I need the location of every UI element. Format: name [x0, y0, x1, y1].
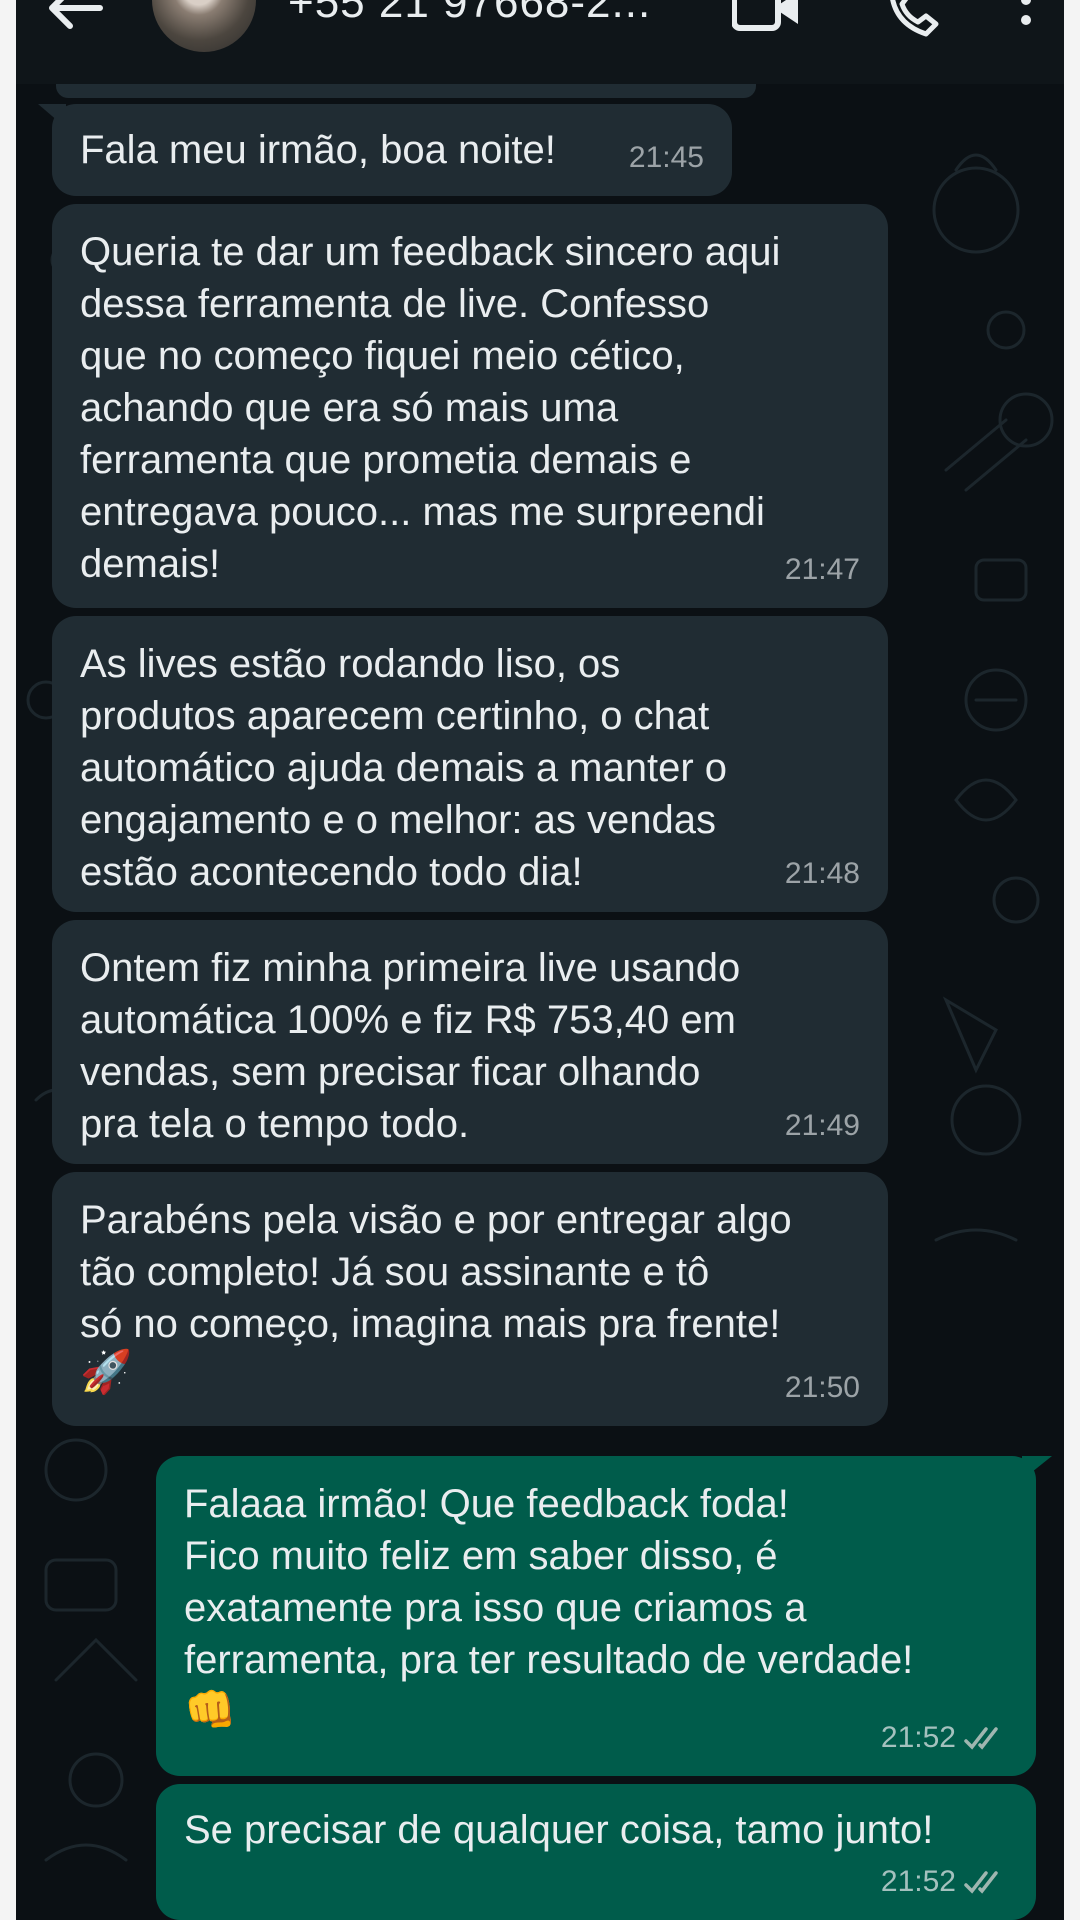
contact-name[interactable]: +55 21 97668-2... [288, 0, 651, 28]
more-vert-icon[interactable] [1016, 0, 1036, 40]
message-time-status: 21:52 [881, 1712, 1008, 1764]
chat-screen: +55 21 97668-2... Fala meu irmão, boa no… [16, 0, 1064, 1920]
chat-header: +55 21 97668-2... [16, 0, 1064, 84]
bubble-tail [1022, 1456, 1052, 1480]
message-text: Queria te dar um feedback sincero aqui d… [80, 230, 781, 586]
message-time: 21:45 [628, 141, 704, 174]
message-text: Se precisar de qualquer coisa, tamo junt… [184, 1808, 934, 1852]
double-check-read-icon [964, 1871, 998, 1894]
message-time: 21:52 [880, 1865, 956, 1898]
message-text: Fala meu irmão, boa noite! [80, 128, 556, 172]
double-check-read-icon [964, 1727, 998, 1750]
incoming-message[interactable]: As lives estão rodando liso, os produtos… [52, 616, 888, 912]
incoming-message[interactable]: Fala meu irmão, boa noite! 21:45 [38, 104, 732, 196]
outgoing-message[interactable]: Falaaa irmão! Que feedback foda! Fico mu… [156, 1456, 1052, 1776]
message-time-status: 21:52 [881, 1856, 1008, 1908]
voice-call-icon[interactable] [886, 0, 946, 38]
message-text: Parabéns pela visão e por entregar algo … [80, 1198, 792, 1346]
incoming-message[interactable]: Queria te dar um feedback sincero aqui d… [52, 204, 888, 608]
rocket-emoji: 🚀 [80, 1348, 133, 1395]
previous-message-edge [56, 84, 756, 98]
fist-bump-emoji: 👊 [184, 1686, 237, 1733]
video-call-icon[interactable] [732, 0, 802, 34]
incoming-message[interactable]: Ontem fiz minha primeira live usando aut… [52, 920, 888, 1164]
message-time: 21:49 [784, 1109, 860, 1142]
outgoing-message[interactable]: Se precisar de qualquer coisa, tamo junt… [156, 1784, 1036, 1920]
message-text: As lives estão rodando liso, os produtos… [80, 642, 728, 894]
avatar[interactable] [152, 0, 256, 52]
message-text: Ontem fiz minha primeira live usando aut… [80, 946, 741, 1146]
back-arrow-icon[interactable] [44, 0, 104, 40]
message-text: Falaaa irmão! Que feedback foda! Fico mu… [184, 1482, 914, 1682]
message-time: 21:47 [784, 553, 860, 586]
incoming-message[interactable]: Parabéns pela visão e por entregar algo … [52, 1172, 888, 1426]
message-time: 21:50 [784, 1371, 860, 1404]
message-time: 21:52 [880, 1721, 956, 1754]
bubble-tail [38, 104, 66, 128]
message-time: 21:48 [784, 857, 860, 890]
